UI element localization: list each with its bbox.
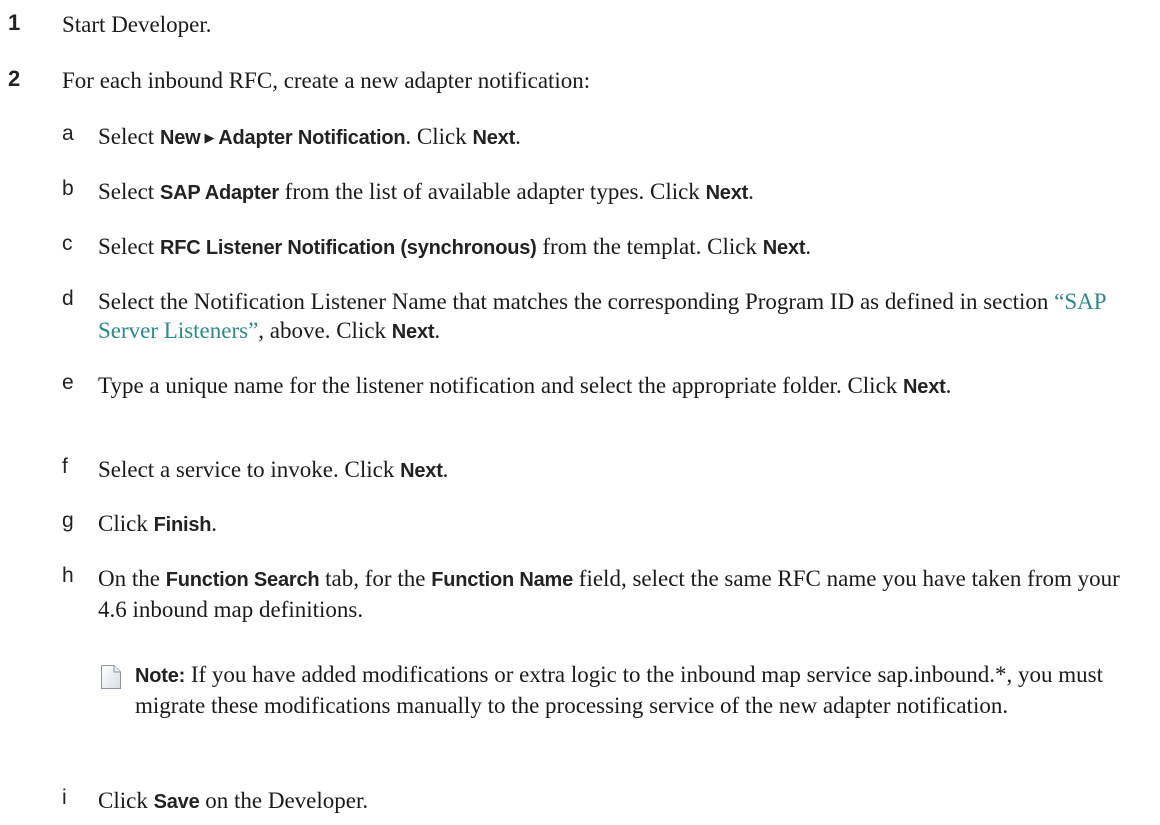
function-search-tab-label: Function Search	[165, 569, 320, 591]
substep-text: Select the Notification Listener Name th…	[98, 289, 1106, 343]
next-button-label: Next	[391, 321, 435, 343]
substep-text: Select New ▶ Adapter Notification. Click N…	[98, 124, 521, 149]
note-text: Note: If you have added modifications or…	[135, 662, 1103, 718]
triangle-right-icon: ▶	[204, 130, 215, 145]
sap-adapter-label: SAP Adapter	[159, 182, 279, 204]
substep-letter: f	[62, 455, 68, 478]
next-button-label: Next	[705, 182, 749, 204]
substep-text: Click Save on the Developer.	[98, 788, 369, 813]
substep-letter: c	[62, 232, 73, 255]
substep-text: Select a service to invoke. Click Next.	[98, 457, 449, 482]
substep-letter: b	[62, 177, 74, 200]
next-button-label: Next	[903, 376, 946, 398]
step-text: Start Developer.	[62, 12, 212, 37]
substep-letter: a	[62, 122, 74, 145]
next-button-label: Next	[762, 237, 806, 259]
substep-text: Select SAP Adapter from the list of avai…	[98, 179, 754, 204]
menu-item-new: New	[159, 127, 201, 149]
substep-letter: h	[62, 564, 74, 587]
next-button-label: Next	[472, 127, 516, 149]
save-button-label: Save	[153, 791, 200, 813]
step-number: 1	[8, 10, 21, 35]
note-label: Note:	[135, 665, 186, 687]
substep-text: On the Function Search tab, for the Func…	[98, 566, 1120, 622]
next-button-label: Next	[400, 460, 443, 482]
substep-text: Select RFC Listener Notification (synchr…	[98, 234, 812, 259]
function-name-field-label: Function Name	[431, 569, 574, 591]
substep-letter: e	[62, 371, 74, 394]
substep-letter: i	[62, 786, 67, 809]
template-label: RFC Listener Notification (synchronous)	[159, 237, 537, 259]
step-text: For each inbound RFC, create a new adapt…	[62, 68, 591, 93]
substep-letter: d	[62, 287, 74, 310]
substep-text: Type a unique name for the listener noti…	[98, 373, 952, 398]
menu-item-adapter-notification: Adapter Notification	[218, 127, 406, 149]
substep-text: Click Finish.	[98, 511, 218, 536]
note-page-icon	[101, 665, 121, 689]
step-number: 2	[8, 66, 21, 91]
substep-letter: g	[62, 509, 74, 532]
finish-button-label: Finish	[153, 514, 212, 536]
